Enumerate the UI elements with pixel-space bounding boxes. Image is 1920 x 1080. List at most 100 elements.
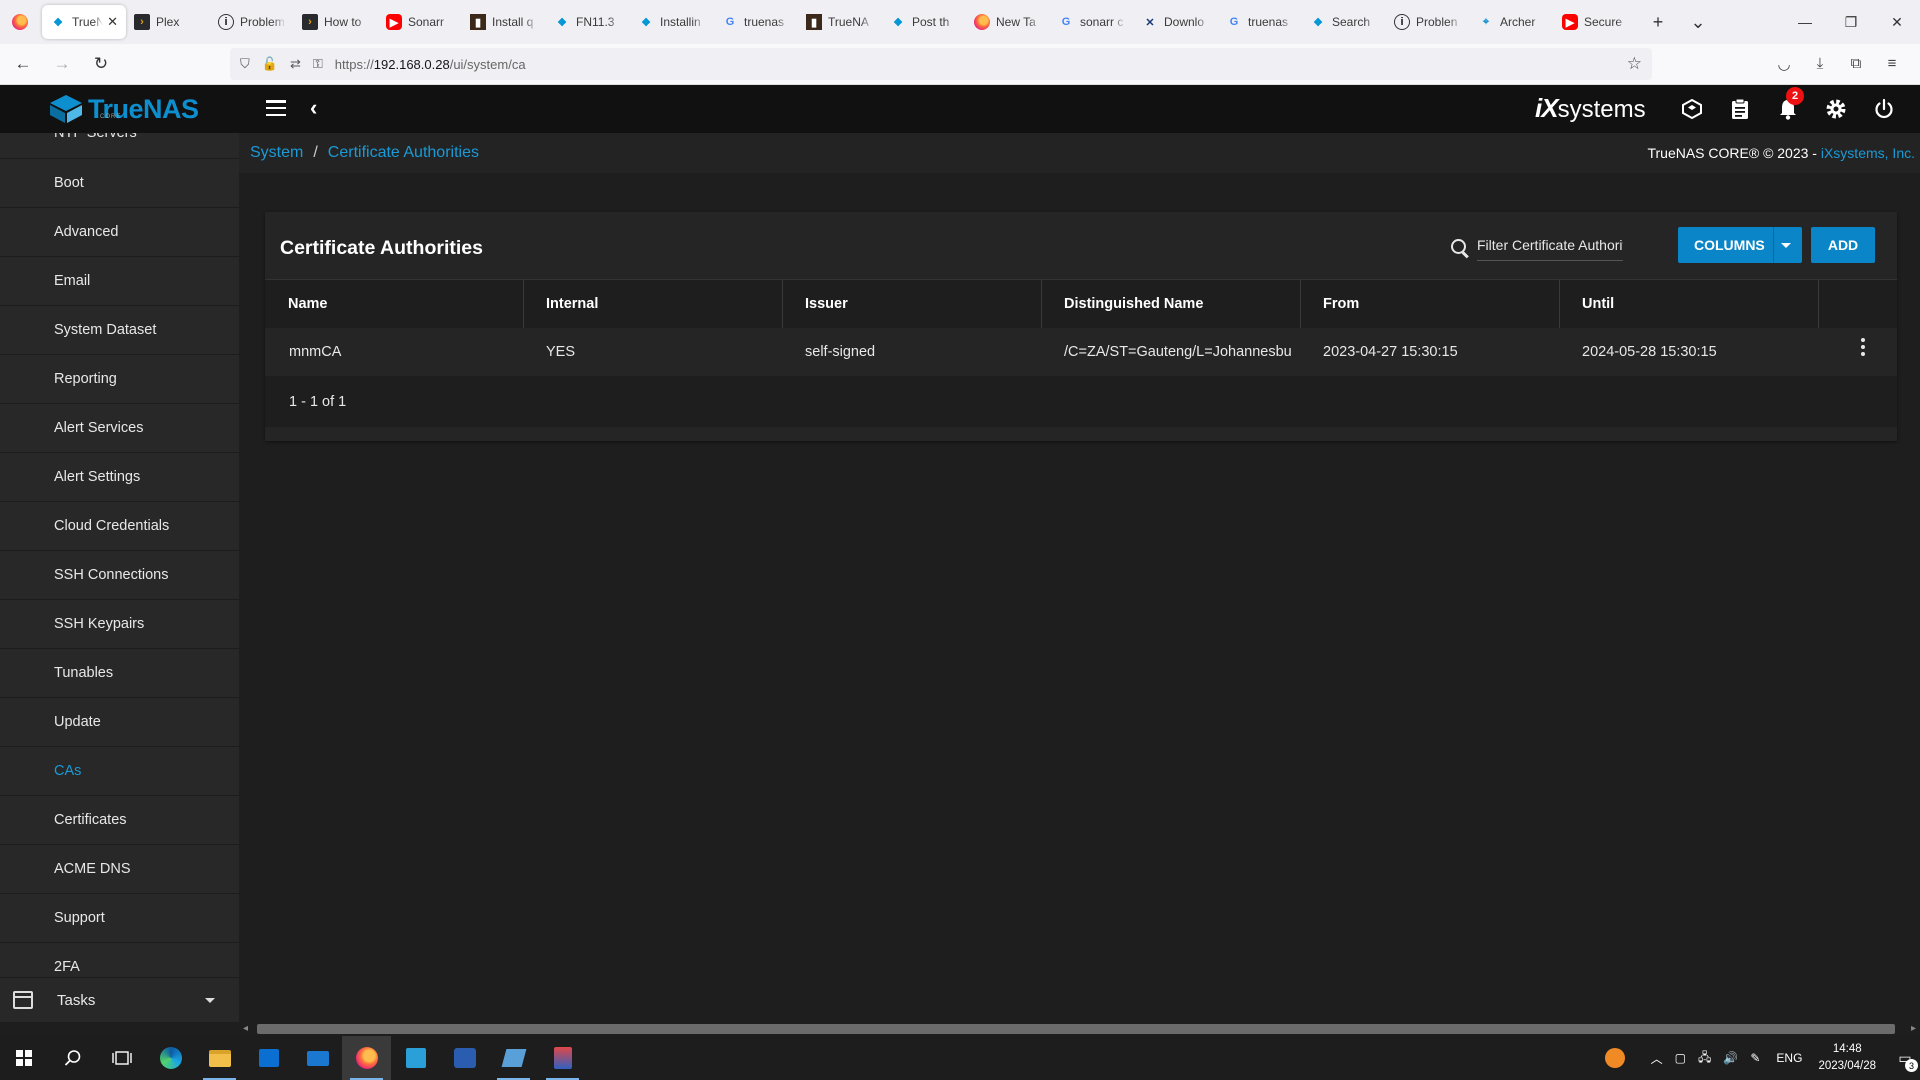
- sidebar-item-alert-settings[interactable]: Alert Settings: [0, 453, 239, 502]
- store-icon[interactable]: [244, 1036, 293, 1080]
- app-icon-box[interactable]: [391, 1036, 440, 1080]
- file-explorer-icon[interactable]: [195, 1036, 244, 1080]
- pen-icon[interactable]: ✎: [1750, 1051, 1760, 1065]
- bell-icon[interactable]: 2: [1764, 87, 1812, 123]
- browser-tab[interactable]: Gtruenas: [714, 5, 798, 39]
- horizontal-scrollbar[interactable]: ◂ ▸: [239, 1022, 1920, 1036]
- list-all-tabs-button[interactable]: ⌄: [1678, 12, 1718, 33]
- sidebar-item-certificates[interactable]: Certificates: [0, 796, 239, 845]
- browser-tab[interactable]: ❖ Post th: [882, 5, 966, 39]
- firefox-menu-icon[interactable]: [12, 14, 28, 30]
- network-icon[interactable]: 🖧: [1698, 1048, 1711, 1069]
- sidebar-item-tunables[interactable]: Tunables: [0, 649, 239, 698]
- column-header[interactable]: From: [1301, 280, 1560, 328]
- browser-tab[interactable]: i Problem: [210, 5, 294, 39]
- tray-app-icon[interactable]: [1604, 1048, 1625, 1068]
- sidebar-item-system-dataset[interactable]: System Dataset: [0, 306, 239, 355]
- close-tab-icon[interactable]: ✕: [107, 14, 118, 30]
- column-header[interactable]: Distinguished Name: [1042, 280, 1301, 328]
- new-tab-button[interactable]: +: [1638, 12, 1678, 33]
- browser-tab[interactable]: ❖ FN11.3: [546, 5, 630, 39]
- ixsystems-logo[interactable]: iXsystems: [1535, 93, 1646, 124]
- chevron-up-icon[interactable]: ︿: [1651, 1050, 1663, 1067]
- app-icon-pen[interactable]: [489, 1036, 538, 1080]
- breadcrumb-current[interactable]: Certificate Authorities: [328, 144, 479, 162]
- columns-button[interactable]: COLUMNS: [1678, 227, 1802, 263]
- minimize-button[interactable]: —: [1782, 0, 1828, 44]
- extensions-icon[interactable]: ⧉: [1838, 55, 1874, 73]
- sidebar-item-cloud-credentials[interactable]: Cloud Credentials: [0, 502, 239, 551]
- sidebar-item-alert-services[interactable]: Alert Services: [0, 404, 239, 453]
- browser-tab[interactable]: ▮ Install q: [462, 5, 546, 39]
- truecommand-icon[interactable]: [1668, 95, 1716, 123]
- sidebar-item-ssh-connections[interactable]: SSH Connections: [0, 551, 239, 600]
- browser-tab[interactable]: Gtruenas: [1218, 5, 1302, 39]
- scroll-right-icon[interactable]: ▸: [1911, 1023, 1916, 1034]
- sidebar-item-update[interactable]: Update: [0, 698, 239, 747]
- close-window-button[interactable]: ✕: [1874, 0, 1920, 44]
- more-vert-icon[interactable]: [1861, 338, 1865, 356]
- clock[interactable]: 14:48 2023/04/28: [1818, 1041, 1876, 1075]
- browser-tab[interactable]: New Ta: [966, 5, 1050, 39]
- back-button[interactable]: ←: [7, 48, 39, 80]
- browser-tab[interactable]: Gsonarr c: [1050, 5, 1134, 39]
- firefox-taskbar-icon[interactable]: [342, 1036, 391, 1080]
- browser-tab[interactable]: ▶ Sonarr: [378, 5, 462, 39]
- add-button[interactable]: ADD: [1811, 227, 1875, 263]
- truenas-logo[interactable]: TrueNAS: [48, 94, 199, 124]
- browser-tab[interactable]: ▮ TrueNA: [798, 5, 882, 39]
- sidebar-item-tasks[interactable]: Tasks: [0, 977, 239, 1022]
- browser-tab[interactable]: › How to: [294, 5, 378, 39]
- sidebar-item-support[interactable]: Support: [0, 894, 239, 943]
- browser-tab[interactable]: i Problen: [1386, 5, 1470, 39]
- browser-tab[interactable]: › Plex: [126, 5, 210, 39]
- browser-tab[interactable]: ❖ Search: [1302, 5, 1386, 39]
- sidebar-item-ssh-keypairs[interactable]: SSH Keypairs: [0, 600, 239, 649]
- scrollbar-thumb[interactable]: [257, 1024, 1895, 1034]
- start-button[interactable]: [0, 1036, 48, 1080]
- browser-tab[interactable]: ✕ Downlo: [1134, 5, 1218, 39]
- breadcrumb-system-link[interactable]: System: [250, 144, 303, 162]
- volume-icon[interactable]: 🔊: [1723, 1051, 1738, 1065]
- browser-tab[interactable]: ⌖ Archer: [1470, 5, 1554, 39]
- restore-button[interactable]: ❐: [1828, 0, 1874, 44]
- task-view-icon[interactable]: [97, 1036, 146, 1080]
- search-icon[interactable]: [48, 1036, 97, 1080]
- browser-tab[interactable]: ❖ Installin: [630, 5, 714, 39]
- lock-icon[interactable]: 🔓: [262, 56, 278, 72]
- downloads-icon[interactable]: ⤓: [1802, 55, 1838, 73]
- bookmark-star-icon[interactable]: ☆: [1627, 54, 1642, 74]
- browser-tab[interactable]: ▶ Secure: [1554, 5, 1638, 39]
- sidebar-item-email[interactable]: Email: [0, 257, 239, 306]
- pocket-icon[interactable]: ◡: [1766, 55, 1802, 73]
- sidebar-item-ntp-servers[interactable]: NTP Servers: [0, 133, 239, 159]
- gear-icon[interactable]: [1812, 95, 1860, 123]
- chevron-left-icon[interactable]: ‹: [310, 95, 317, 121]
- sidebar-item-boot[interactable]: Boot: [0, 159, 239, 208]
- column-header[interactable]: Until: [1560, 280, 1819, 328]
- action-center-icon[interactable]: ▭ 3: [1890, 1036, 1920, 1080]
- reload-button[interactable]: ↻: [85, 48, 117, 80]
- permissions-icon[interactable]: ⇄: [290, 56, 301, 72]
- table-row[interactable]: mnmCA YES self-signed/C=ZA/ST=Gauteng/L=Jo…: [265, 328, 1897, 377]
- edge-icon[interactable]: [146, 1036, 195, 1080]
- app-icon-tool[interactable]: [440, 1036, 489, 1080]
- column-header[interactable]: Name: [265, 280, 524, 328]
- key-icon[interactable]: ⚿: [313, 56, 323, 72]
- url-text[interactable]: https://192.168.0.28/ui/system/ca: [335, 57, 526, 72]
- sidebar-item-reporting[interactable]: Reporting: [0, 355, 239, 404]
- sidebar-item-acme-dns[interactable]: ACME DNS: [0, 845, 239, 894]
- sidebar-item-advanced[interactable]: Advanced: [0, 208, 239, 257]
- scroll-left-icon[interactable]: ◂: [243, 1023, 248, 1034]
- column-header[interactable]: Internal: [524, 280, 783, 328]
- power-icon[interactable]: [1860, 95, 1908, 123]
- shield-icon[interactable]: ⛉: [240, 56, 250, 72]
- url-bar[interactable]: ⛉ 🔓 ⇄ ⚿ https://192.168.0.28/ui/system/c…: [230, 48, 1652, 80]
- browser-tab[interactable]: ❖ TrueNAS✕: [42, 5, 126, 39]
- meet-icon[interactable]: ▢: [1675, 1051, 1686, 1065]
- column-header[interactable]: Issuer: [783, 280, 1042, 328]
- task-manager-icon[interactable]: [1716, 95, 1764, 123]
- ixsystems-link[interactable]: iXsystems, Inc.: [1821, 145, 1915, 161]
- mail-icon[interactable]: [293, 1036, 342, 1080]
- app-menu-icon[interactable]: ≡: [1874, 55, 1910, 73]
